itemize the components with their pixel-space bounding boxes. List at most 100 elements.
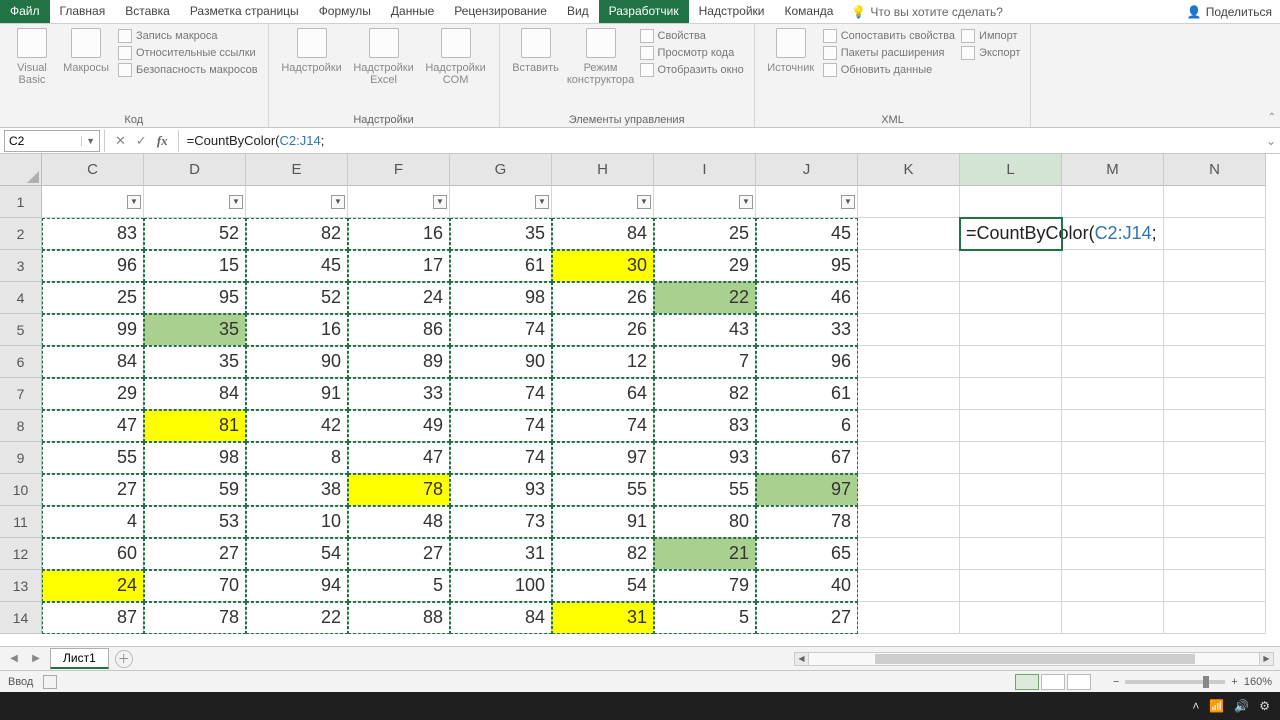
- cell-E12[interactable]: 54: [246, 538, 348, 570]
- cell-H14[interactable]: 31: [552, 602, 654, 634]
- cell-M4[interactable]: [1062, 282, 1164, 314]
- tab-insert[interactable]: Вставка: [115, 0, 180, 23]
- cell-C6[interactable]: 84: [42, 346, 144, 378]
- row-header-4[interactable]: 4: [0, 282, 42, 314]
- cell-G2[interactable]: 35: [450, 218, 552, 250]
- cell-F12[interactable]: 27: [348, 538, 450, 570]
- cell-N10[interactable]: [1164, 474, 1266, 506]
- tab-team[interactable]: Команда: [774, 0, 843, 23]
- cell-I6[interactable]: 7: [654, 346, 756, 378]
- tab-home[interactable]: Главная: [50, 0, 116, 23]
- cell-N6[interactable]: [1164, 346, 1266, 378]
- cell-N3[interactable]: [1164, 250, 1266, 282]
- view-pagelayout-button[interactable]: [1041, 674, 1065, 690]
- share-button[interactable]: 👤Поделиться: [1179, 0, 1280, 23]
- add-sheet-button[interactable]: ＋: [115, 650, 133, 668]
- cell-L5[interactable]: [960, 314, 1062, 346]
- cell-D9[interactable]: 98: [144, 442, 246, 474]
- col-header-C[interactable]: C: [42, 154, 144, 186]
- addins-button[interactable]: Надстройки: [277, 26, 347, 74]
- cell-N7[interactable]: [1164, 378, 1266, 410]
- macro-record-status-icon[interactable]: [43, 675, 57, 689]
- cell-K9[interactable]: [858, 442, 960, 474]
- cell-C8[interactable]: 47: [42, 410, 144, 442]
- cell-J1[interactable]: ▼: [756, 186, 858, 218]
- cell-J12[interactable]: 65: [756, 538, 858, 570]
- properties-button[interactable]: Свойства: [638, 28, 746, 44]
- cell-F1[interactable]: ▼: [348, 186, 450, 218]
- cell-D14[interactable]: 78: [144, 602, 246, 634]
- cell-G10[interactable]: 93: [450, 474, 552, 506]
- col-header-F[interactable]: F: [348, 154, 450, 186]
- com-addins-button[interactable]: Надстройки COM: [421, 26, 491, 86]
- cell-K12[interactable]: [858, 538, 960, 570]
- cell-K2[interactable]: [858, 218, 960, 250]
- cell-M11[interactable]: [1062, 506, 1164, 538]
- tab-data[interactable]: Данные: [381, 0, 444, 23]
- col-header-I[interactable]: I: [654, 154, 756, 186]
- cell-G6[interactable]: 90: [450, 346, 552, 378]
- cell-D10[interactable]: 59: [144, 474, 246, 506]
- accept-formula-button[interactable]: ✓: [136, 133, 147, 149]
- row-header-13[interactable]: 13: [0, 570, 42, 602]
- tab-file[interactable]: Файл: [0, 0, 50, 23]
- cell-M5[interactable]: [1062, 314, 1164, 346]
- cell-C2[interactable]: 83: [42, 218, 144, 250]
- xml-export-button[interactable]: Экспорт: [959, 45, 1022, 61]
- cell-N9[interactable]: [1164, 442, 1266, 474]
- cell-F8[interactable]: 49: [348, 410, 450, 442]
- cell-G11[interactable]: 73: [450, 506, 552, 538]
- cell-C3[interactable]: 96: [42, 250, 144, 282]
- relative-refs-button[interactable]: Относительные ссылки: [116, 45, 260, 61]
- macro-security-button[interactable]: Безопасность макросов: [116, 62, 260, 78]
- cell-C1[interactable]: ▼: [42, 186, 144, 218]
- expand-formula-bar-button[interactable]: ⌄: [1262, 134, 1280, 148]
- cell-L4[interactable]: [960, 282, 1062, 314]
- cell-K10[interactable]: [858, 474, 960, 506]
- chevron-down-icon[interactable]: ▼: [81, 136, 95, 146]
- xml-import-button[interactable]: Импорт: [959, 28, 1022, 44]
- cell-H11[interactable]: 91: [552, 506, 654, 538]
- row-header-3[interactable]: 3: [0, 250, 42, 282]
- cell-J3[interactable]: 95: [756, 250, 858, 282]
- row-header-6[interactable]: 6: [0, 346, 42, 378]
- tell-me[interactable]: 💡Что вы хотите сделать?: [843, 0, 1011, 23]
- cell-I8[interactable]: 83: [654, 410, 756, 442]
- cell-G7[interactable]: 74: [450, 378, 552, 410]
- cell-G1[interactable]: ▼: [450, 186, 552, 218]
- cell-C9[interactable]: 55: [42, 442, 144, 474]
- col-header-G[interactable]: G: [450, 154, 552, 186]
- filter-button-H[interactable]: ▼: [637, 195, 651, 209]
- filter-button-G[interactable]: ▼: [535, 195, 549, 209]
- cancel-formula-button[interactable]: ✕: [115, 133, 126, 149]
- cell-L9[interactable]: [960, 442, 1062, 474]
- cell-H9[interactable]: 97: [552, 442, 654, 474]
- cell-J11[interactable]: 78: [756, 506, 858, 538]
- row-header-2[interactable]: 2: [0, 218, 42, 250]
- cell-L6[interactable]: [960, 346, 1062, 378]
- cell-J6[interactable]: 96: [756, 346, 858, 378]
- cell-M10[interactable]: [1062, 474, 1164, 506]
- tab-formulas[interactable]: Формулы: [309, 0, 381, 23]
- cell-L7[interactable]: [960, 378, 1062, 410]
- cell-H3[interactable]: 30: [552, 250, 654, 282]
- cell-D8[interactable]: 81: [144, 410, 246, 442]
- cell-M6[interactable]: [1062, 346, 1164, 378]
- cell-J13[interactable]: 40: [756, 570, 858, 602]
- cell-M12[interactable]: [1062, 538, 1164, 570]
- name-box[interactable]: C2▼: [4, 130, 100, 152]
- col-header-L[interactable]: L: [960, 154, 1062, 186]
- cell-G5[interactable]: 74: [450, 314, 552, 346]
- cell-C4[interactable]: 25: [42, 282, 144, 314]
- cell-N12[interactable]: [1164, 538, 1266, 570]
- tray-chevron-icon[interactable]: ˄: [1192, 699, 1199, 713]
- settings-icon[interactable]: ⚙: [1259, 699, 1270, 713]
- cell-E5[interactable]: 16: [246, 314, 348, 346]
- view-pagebreak-button[interactable]: [1067, 674, 1091, 690]
- filter-button-F[interactable]: ▼: [433, 195, 447, 209]
- cell-D5[interactable]: 35: [144, 314, 246, 346]
- cell-E7[interactable]: 91: [246, 378, 348, 410]
- row-header-10[interactable]: 10: [0, 474, 42, 506]
- cell-E10[interactable]: 38: [246, 474, 348, 506]
- cell-I10[interactable]: 55: [654, 474, 756, 506]
